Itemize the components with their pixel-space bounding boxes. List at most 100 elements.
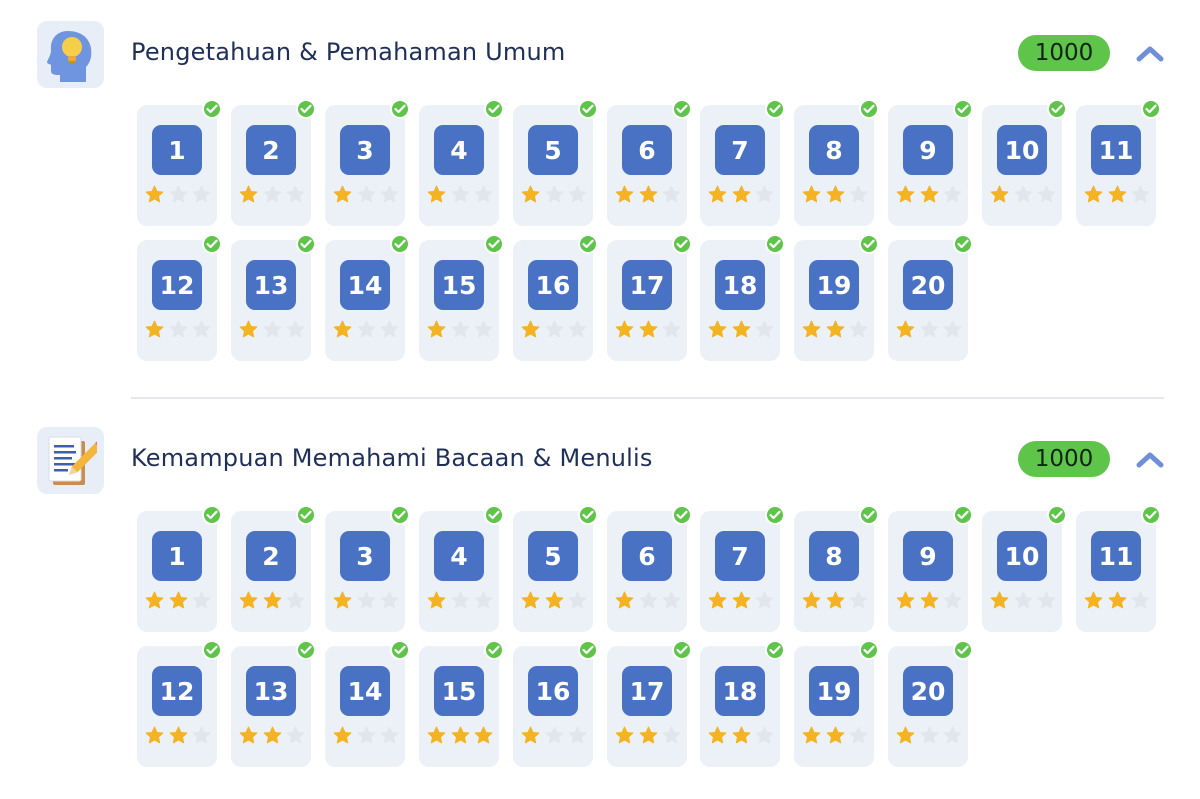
star-filled-icon: [826, 320, 844, 338]
level-card[interactable]: 9: [888, 505, 973, 632]
star-filled-icon: [920, 591, 938, 609]
check-icon: [202, 99, 222, 119]
level-card[interactable]: 10: [982, 99, 1067, 226]
level-card[interactable]: 19: [794, 640, 879, 767]
level-card[interactable]: 11: [1076, 99, 1161, 226]
level-card[interactable]: 20: [888, 640, 973, 767]
level-card[interactable]: 14: [325, 640, 410, 767]
collapse-button[interactable]: [1134, 447, 1166, 471]
level-card[interactable]: 19: [794, 234, 879, 361]
star-rating: [239, 320, 305, 340]
check-icon: [390, 505, 410, 525]
star-empty-icon: [568, 320, 587, 338]
check-icon: [296, 640, 316, 660]
star-filled-icon: [732, 591, 750, 609]
star-empty-icon: [849, 320, 868, 338]
check-icon: [859, 640, 879, 660]
collapse-button[interactable]: [1134, 41, 1166, 65]
level-card[interactable]: 8: [794, 99, 879, 226]
star-empty-icon: [286, 185, 305, 203]
level-card[interactable]: 14: [325, 234, 410, 361]
level-number: 11: [1091, 125, 1141, 175]
level-number: 4: [434, 125, 484, 175]
star-rating: [145, 591, 211, 611]
level-card[interactable]: 1: [137, 505, 222, 632]
level-card[interactable]: 17: [607, 640, 692, 767]
star-empty-icon: [380, 591, 399, 609]
document-pencil-icon: [48, 436, 97, 485]
level-card[interactable]: 1: [137, 99, 222, 226]
star-empty-icon: [662, 726, 681, 744]
star-filled-icon: [333, 185, 352, 203]
level-card[interactable]: 7: [700, 505, 785, 632]
check-icon: [953, 234, 973, 254]
star-filled-icon: [169, 726, 187, 744]
star-filled-icon: [708, 591, 727, 609]
level-card[interactable]: 18: [700, 234, 785, 361]
level-card[interactable]: 2: [231, 505, 316, 632]
star-filled-icon: [427, 591, 446, 609]
star-empty-icon: [662, 320, 681, 338]
level-card[interactable]: 3: [325, 99, 410, 226]
star-rating: [708, 591, 774, 611]
check-icon: [1141, 99, 1161, 119]
level-card[interactable]: 9: [888, 99, 973, 226]
star-rating: [145, 320, 211, 340]
star-empty-icon: [169, 320, 187, 338]
star-filled-icon: [802, 320, 821, 338]
level-number: 12: [152, 260, 202, 310]
star-filled-icon: [920, 185, 938, 203]
level-number: 7: [715, 125, 765, 175]
level-card[interactable]: 15: [419, 640, 504, 767]
level-card[interactable]: 10: [982, 505, 1067, 632]
level-card[interactable]: 20: [888, 234, 973, 361]
check-icon: [859, 505, 879, 525]
level-number: 18: [715, 260, 765, 310]
star-filled-icon: [521, 726, 540, 744]
star-filled-icon: [1108, 591, 1126, 609]
star-rating: [896, 185, 962, 205]
level-number: 2: [246, 531, 296, 581]
level-number: 4: [434, 531, 484, 581]
level-card[interactable]: 13: [231, 234, 316, 361]
star-empty-icon: [1014, 591, 1032, 609]
section-title: Pengetahuan & Pemahaman Umum: [131, 38, 566, 66]
star-empty-icon: [849, 185, 868, 203]
level-number: 15: [434, 666, 484, 716]
star-empty-icon: [545, 726, 563, 744]
level-number: 3: [340, 531, 390, 581]
level-card[interactable]: 5: [513, 505, 598, 632]
star-empty-icon: [1037, 591, 1056, 609]
level-card[interactable]: 17: [607, 234, 692, 361]
star-filled-icon: [615, 726, 634, 744]
level-card[interactable]: 5: [513, 99, 598, 226]
level-card[interactable]: 7: [700, 99, 785, 226]
level-card[interactable]: 13: [231, 640, 316, 767]
level-card[interactable]: 12: [137, 640, 222, 767]
star-filled-icon: [708, 726, 727, 744]
star-empty-icon: [286, 591, 305, 609]
star-filled-icon: [896, 320, 915, 338]
level-card[interactable]: 16: [513, 234, 598, 361]
star-empty-icon: [920, 726, 938, 744]
level-card[interactable]: 4: [419, 505, 504, 632]
star-filled-icon: [521, 185, 540, 203]
level-card[interactable]: 6: [607, 505, 692, 632]
section-title: Kemampuan Memahami Bacaan & Menulis: [131, 444, 653, 472]
level-card[interactable]: 6: [607, 99, 692, 226]
level-card[interactable]: 3: [325, 505, 410, 632]
level-card[interactable]: 8: [794, 505, 879, 632]
star-filled-icon: [802, 185, 821, 203]
star-rating: [145, 185, 211, 205]
level-card[interactable]: 16: [513, 640, 598, 767]
level-card[interactable]: 15: [419, 234, 504, 361]
level-number: 20: [903, 666, 953, 716]
level-card[interactable]: 12: [137, 234, 222, 361]
star-empty-icon: [755, 320, 774, 338]
level-card[interactable]: 2: [231, 99, 316, 226]
star-empty-icon: [192, 320, 211, 338]
star-filled-icon: [802, 591, 821, 609]
level-card[interactable]: 11: [1076, 505, 1161, 632]
level-card[interactable]: 18: [700, 640, 785, 767]
level-card[interactable]: 4: [419, 99, 504, 226]
